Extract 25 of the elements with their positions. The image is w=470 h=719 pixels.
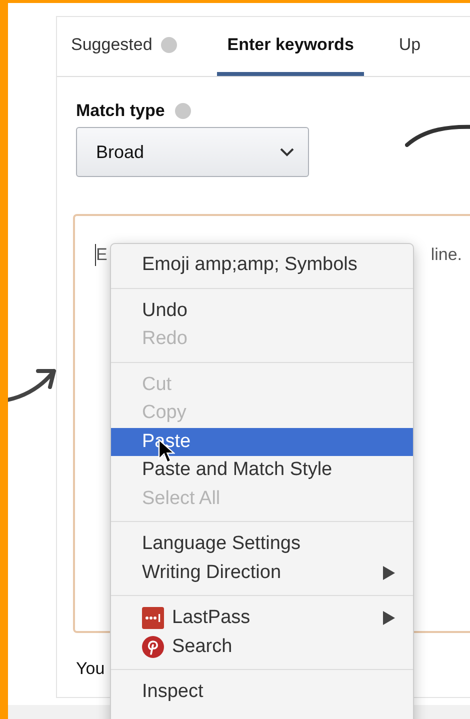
menu-item[interactable]: Writing Direction xyxy=(111,558,413,587)
menu-item[interactable]: Language Settings xyxy=(111,530,413,558)
match-type-label: Match type xyxy=(76,101,165,121)
placeholder-text: E xyxy=(96,245,108,265)
placeholder-text: line. xyxy=(430,245,462,265)
info-icon[interactable] xyxy=(174,103,191,119)
info-icon[interactable] xyxy=(161,36,178,52)
text-cursor xyxy=(95,244,96,266)
menu-item[interactable]: Inspect xyxy=(111,678,413,706)
menu-item[interactable]: Search xyxy=(111,632,413,661)
tab[interactable]: Up xyxy=(398,17,421,76)
tab[interactable]: Enter keywords xyxy=(217,17,364,76)
chevron-down-icon xyxy=(280,148,294,156)
submenu-arrow-icon xyxy=(383,566,395,580)
menu-item[interactable]: Emoji amp;amp; Symbols xyxy=(111,251,413,280)
pin-logo-icon xyxy=(142,636,164,658)
menu-item[interactable]: Undo xyxy=(111,296,413,325)
submenu-arrow-icon xyxy=(383,611,395,626)
helper-text: You xyxy=(76,659,106,679)
tab[interactable]: Suggested xyxy=(71,17,178,76)
curved-line-drawing xyxy=(405,123,470,147)
menu-item[interactable]: Paste and Match Style xyxy=(111,456,413,484)
menu-item[interactable]: LastPass xyxy=(111,604,413,632)
password-dots-icon xyxy=(142,607,164,630)
match-type-dropdown[interactable]: Broad xyxy=(76,127,309,177)
